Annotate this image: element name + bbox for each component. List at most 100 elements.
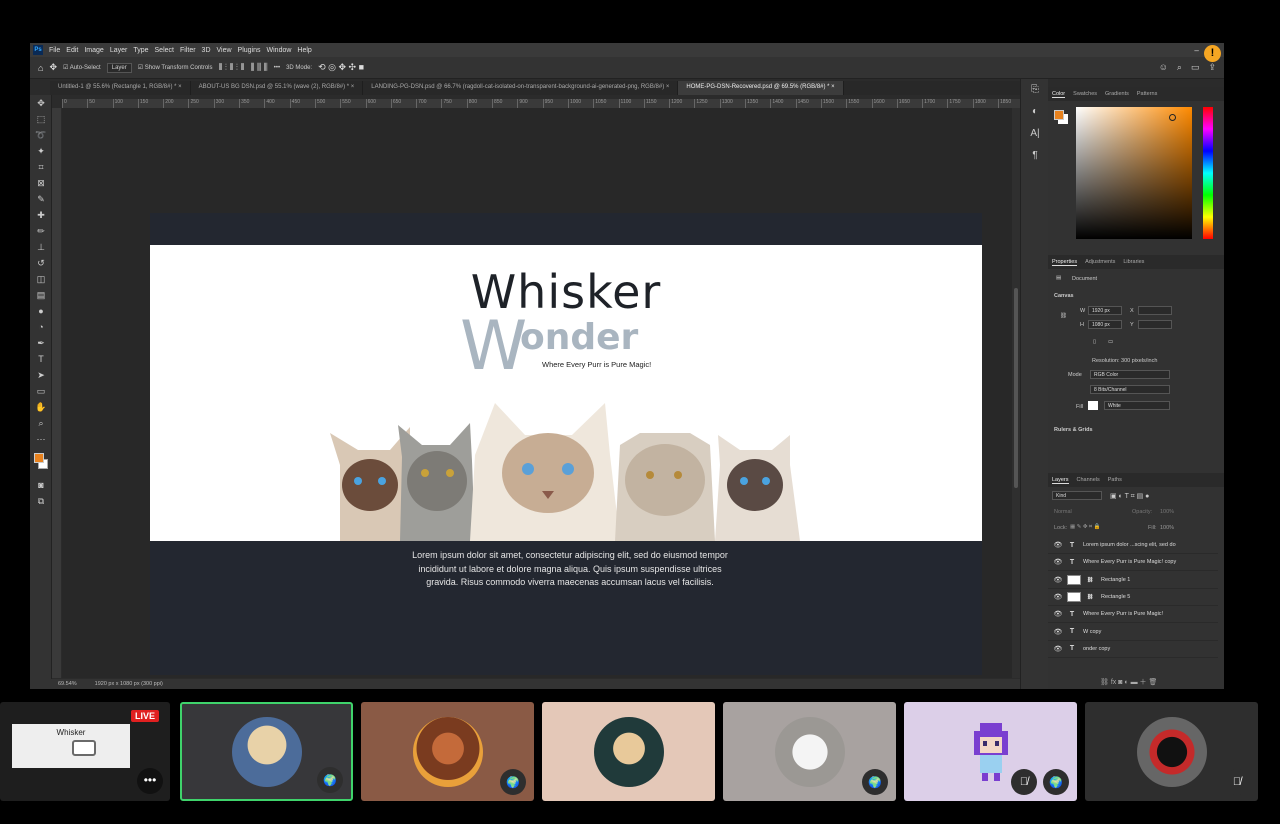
share-user-icon[interactable]: ☺ <box>1159 62 1168 73</box>
artboard[interactable]: Whisker W onder Where Every Purr is Pure… <box>150 213 982 675</box>
eyedropper-icon[interactable]: ✎ <box>30 191 52 207</box>
pen-tool-icon[interactable]: ✒ <box>30 335 52 351</box>
height-field[interactable]: 1080 px <box>1088 320 1122 329</box>
dodge-tool-icon[interactable]: ◔ <box>30 319 52 335</box>
minimize-icon[interactable]: – <box>1194 46 1198 55</box>
lock-icons[interactable]: ▦ ✎ ✥ ⌗ 🔒 <box>1070 524 1100 531</box>
y-field[interactable] <box>1138 320 1172 329</box>
more-options-button[interactable]: ••• <box>274 65 280 71</box>
participant-tile-3[interactable] <box>542 702 715 801</box>
participant-tile-6[interactable]: 🎙̸ <box>1085 702 1258 801</box>
fill-color-swatch[interactable] <box>1088 401 1098 410</box>
tab-libraries[interactable]: Libraries <box>1123 259 1144 265</box>
bit-depth-dropdown[interactable]: 8 Bits/Channel <box>1090 385 1170 394</box>
layer-row[interactable]: 👁 ⛓ Rectangle 1 <box>1048 572 1218 589</box>
layer-row[interactable]: 👁 T W copy <box>1048 624 1218 641</box>
layer-dropdown[interactable]: Layer <box>106 62 132 73</box>
visibility-eye-icon[interactable]: 👁 <box>1051 576 1065 584</box>
zoom-level[interactable]: 69.54% <box>58 681 77 687</box>
brush-tool-icon[interactable]: ✏ <box>30 223 52 239</box>
gradient-tool-icon[interactable]: ▤ <box>30 287 52 303</box>
move-tool-icon[interactable]: ✥ <box>30 95 52 111</box>
zoom-tool-icon[interactable]: ⌕ <box>30 415 52 431</box>
landscape-icon[interactable]: ▭ <box>1108 339 1113 345</box>
x-field[interactable] <box>1138 306 1172 315</box>
visibility-eye-icon[interactable]: 👁 <box>1051 558 1065 566</box>
path-select-icon[interactable]: ➤ <box>30 367 52 383</box>
layer-row[interactable]: 👁 Tonder copy <box>1048 641 1218 658</box>
menu-window[interactable]: Window <box>267 47 292 54</box>
align-icons[interactable]: ⫴ ⫶ ⫴ ⫶ ⫴ <box>219 62 245 73</box>
history-panel-icon[interactable]: ⎘ <box>1021 79 1049 101</box>
tab-home-active[interactable]: HOME-PG-DSN-Recovered.psd @ 69.5% (RGB/8… <box>678 81 844 95</box>
tab-properties[interactable]: Properties <box>1052 259 1078 266</box>
character-panel-icon[interactable]: A| <box>1021 123 1049 145</box>
menu-filter[interactable]: Filter <box>180 47 196 54</box>
color-swatches[interactable] <box>30 447 51 477</box>
tab-color[interactable]: Color <box>1052 91 1066 98</box>
layer-filter-icons[interactable]: ▣ ◐ T ⌗ ▤ ● <box>1110 492 1149 501</box>
participant-tile-1[interactable]: 🌍 <box>180 702 353 801</box>
hand-tool-icon[interactable]: ✋ <box>30 399 52 415</box>
warning-icon[interactable]: ! <box>1204 45 1221 62</box>
color-picker-cursor[interactable] <box>1169 114 1176 121</box>
participant-tile-5[interactable]: 🌍 🎙̸ <box>904 702 1077 801</box>
menu-3d[interactable]: 3D <box>202 47 211 54</box>
rectangle-tool-icon[interactable]: ▭ <box>30 383 52 399</box>
vertical-scrollbar[interactable] <box>1012 108 1020 678</box>
hue-slider[interactable] <box>1203 107 1213 239</box>
document-info[interactable]: 1920 px x 1080 px (300 ppi) <box>95 681 163 687</box>
adjustments-panel-icon[interactable]: ◐ <box>1021 101 1049 123</box>
quick-mask-icon[interactable]: ◙ <box>30 477 52 493</box>
tab-layers[interactable]: Layers <box>1052 477 1069 484</box>
share-icon[interactable]: ⇪ <box>1208 62 1216 73</box>
tab-channels[interactable]: Channels <box>1077 477 1100 483</box>
menu-type[interactable]: Type <box>133 47 148 54</box>
rulers-grids-label[interactable]: Rulers & Grids <box>1054 427 1093 433</box>
show-transform-checkbox[interactable]: ☑ Show Transform Controls <box>138 64 213 71</box>
visibility-eye-icon[interactable]: 👁 <box>1051 628 1065 636</box>
mode-dropdown[interactable]: RGB Color <box>1090 370 1170 379</box>
history-brush-icon[interactable]: ↺ <box>30 255 52 271</box>
tab-landing[interactable]: LANDING-PG-DSN.psd @ 66.7% (ragdoll-cat-… <box>363 81 679 95</box>
menu-edit[interactable]: Edit <box>66 47 78 54</box>
layer-actions-icons[interactable]: ⛓ fx ◙ ◐ ▬ ＋ 🗑 <box>1100 677 1157 687</box>
auto-select-checkbox[interactable]: ☑ Auto-Select <box>63 64 101 71</box>
opacity-value[interactable]: 100% <box>1160 509 1174 515</box>
layer-row[interactable]: 👁 T Where Every Purr is Pure Magic! copy <box>1048 554 1218 572</box>
healing-brush-icon[interactable]: ✚ <box>30 207 52 223</box>
canvas-workspace[interactable]: Whisker W onder Where Every Purr is Pure… <box>62 108 1012 678</box>
tab-paths[interactable]: Paths <box>1108 477 1122 483</box>
blend-mode-dropdown[interactable]: Normal <box>1054 509 1072 515</box>
layer-row[interactable]: 👁 ⛓ Rectangle 5 <box>1048 589 1218 606</box>
menu-view[interactable]: View <box>217 47 232 54</box>
more-options-icon[interactable]: ••• <box>137 768 163 794</box>
tab-adjustments[interactable]: Adjustments <box>1085 259 1115 265</box>
visibility-eye-icon[interactable]: 👁 <box>1051 645 1065 653</box>
kind-filter[interactable]: Kind <box>1052 491 1102 500</box>
crop-tool-icon[interactable]: ⌗ <box>30 159 52 175</box>
distribute-icons[interactable]: ⫼ ⫼ ⫼ <box>250 62 267 73</box>
home-icon[interactable]: ⌂ <box>38 63 43 73</box>
canvas-section-label[interactable]: Canvas <box>1054 293 1074 299</box>
paragraph-panel-icon[interactable]: ¶ <box>1021 145 1049 167</box>
vertical-scroll-thumb[interactable] <box>1014 288 1018 488</box>
screen-mode-icon[interactable]: ⧉ <box>30 493 52 509</box>
foreground-color-swatch[interactable] <box>34 453 44 463</box>
participant-tile-2[interactable]: 🌍 <box>361 702 534 801</box>
more-tools-icon[interactable]: ⋯ <box>30 431 52 447</box>
type-tool-icon[interactable]: T <box>30 351 52 367</box>
blur-tool-icon[interactable]: ● <box>30 303 52 319</box>
width-field[interactable]: 1920 px <box>1088 306 1122 315</box>
tab-patterns[interactable]: Patterns <box>1137 91 1157 97</box>
workspace-icon[interactable]: ▭ <box>1191 62 1200 73</box>
visibility-eye-icon[interactable]: 👁 <box>1051 541 1065 549</box>
marquee-tool-icon[interactable]: ⬚ <box>30 111 52 127</box>
lasso-tool-icon[interactable]: ➰ <box>30 127 52 143</box>
menu-select[interactable]: Select <box>155 47 174 54</box>
tab-untitled[interactable]: Untitled-1 @ 55.6% (Rectangle 1, RGB/8#)… <box>50 81 191 95</box>
menu-layer[interactable]: Layer <box>110 47 128 54</box>
stamp-tool-icon[interactable]: ⊥ <box>30 239 52 255</box>
layer-row[interactable]: 👁 T Lorem ipsum dolor ...scing elit, sed d… <box>1048 537 1218 554</box>
fill-dropdown[interactable]: White <box>1104 401 1170 410</box>
